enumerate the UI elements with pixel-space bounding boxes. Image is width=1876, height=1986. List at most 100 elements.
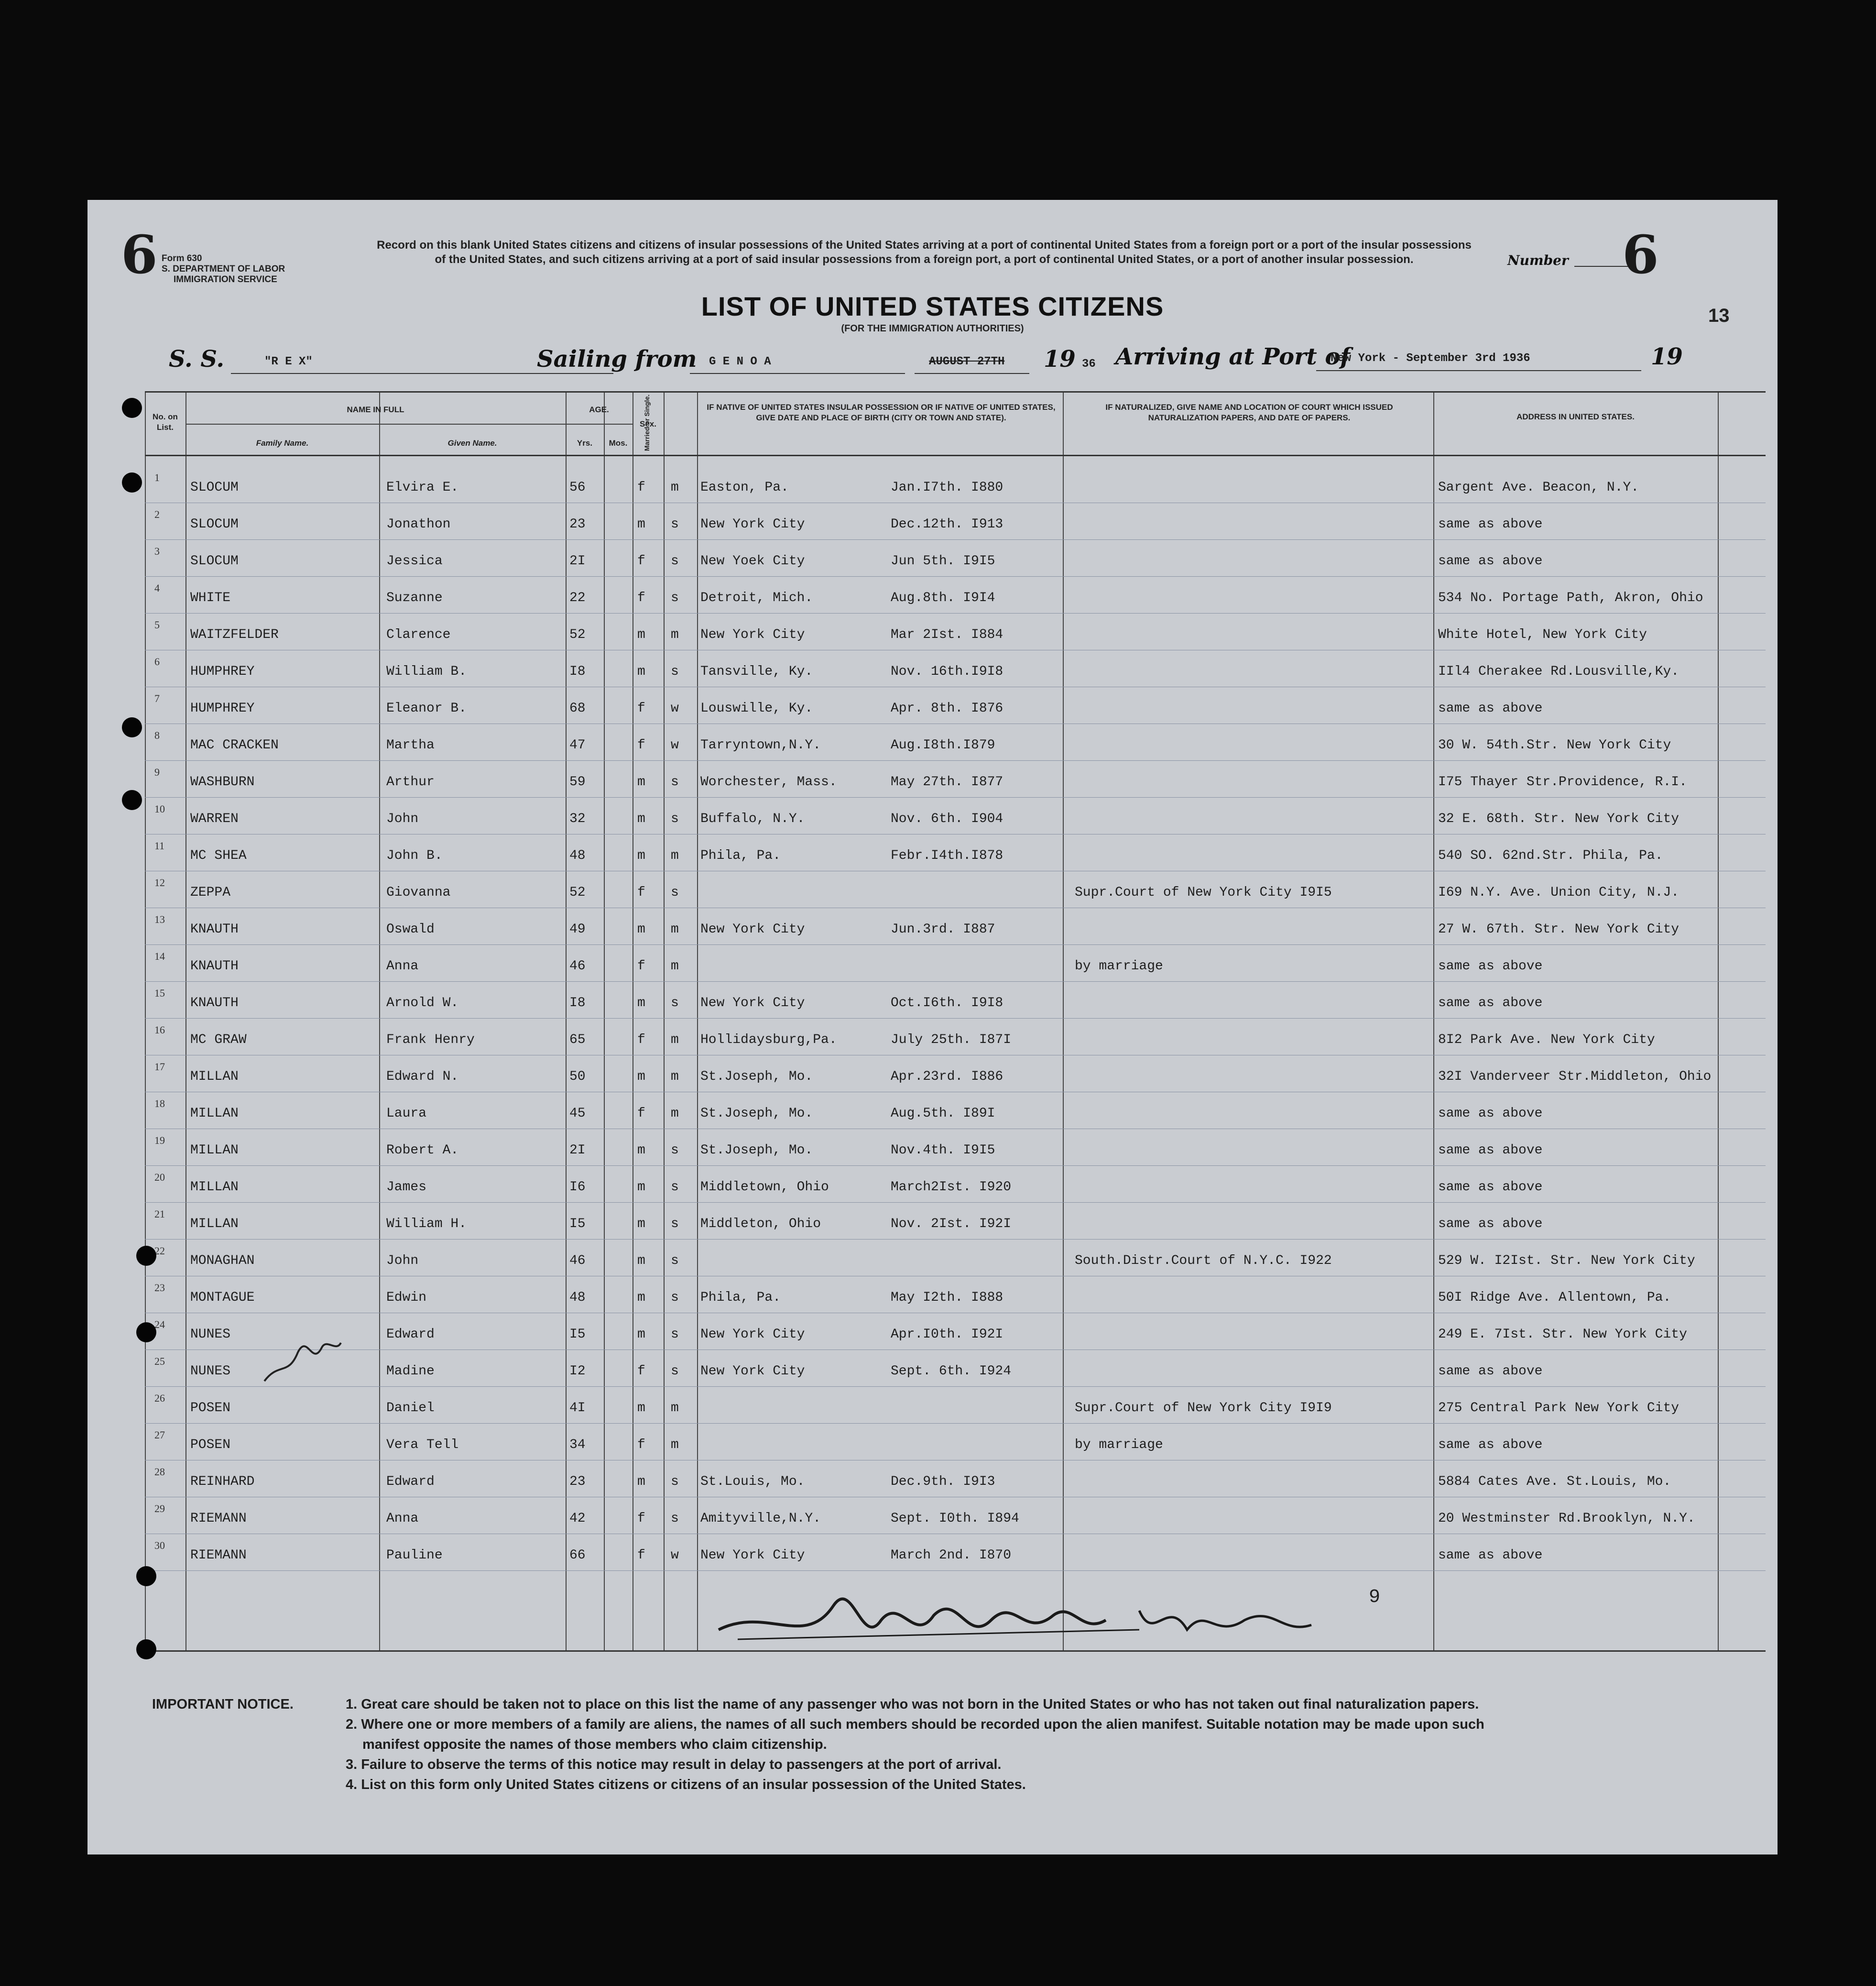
- birth-date-cell: Mar 2Ist. I884: [891, 627, 1003, 642]
- address-cell: 32 E. 68th. Str. New York City: [1438, 812, 1680, 826]
- sex-cell: m: [637, 1069, 645, 1084]
- table-row: 8 MAC CRACKEN Martha 47 f w Tarryntown,N.Y. Aug…: [145, 724, 1766, 761]
- table-row: 15 KNAUTH Arnold W. I8 m s New York City Oct.I6…: [145, 982, 1766, 1019]
- marital-cell: m: [671, 1032, 679, 1047]
- port-from: G E N O A: [709, 355, 771, 368]
- header-given-name: Given Name.: [447, 439, 497, 448]
- birth-place-cell: New York City: [700, 996, 805, 1010]
- year-prefix-2: 19: [1651, 343, 1683, 370]
- family-name-cell: MC GRAW: [190, 1032, 247, 1047]
- form-label: Form 630: [162, 253, 202, 263]
- table-row: 11 MC SHEA John B. 48 m m Phila, Pa. Febr.I4th.…: [145, 835, 1766, 872]
- given-name-cell: Oswald: [386, 922, 435, 937]
- address-cell: IIl4 Cherakee Rd.Lousville,Ky.: [1438, 664, 1680, 679]
- address-cell: same as above: [1438, 1106, 1543, 1121]
- row-number: 30: [154, 1539, 165, 1551]
- family-name-cell: MILLAN: [190, 1180, 239, 1195]
- row-number: 27: [154, 1429, 165, 1441]
- sex-cell: f: [637, 885, 645, 900]
- table-row: 6 HUMPHREY William B. I8 m s Tansville, Ky. Nov…: [145, 651, 1766, 688]
- family-name-cell: NUNES: [190, 1327, 231, 1342]
- family-name-cell: POSEN: [190, 1437, 231, 1452]
- address-cell: 275 Central Park New York City: [1438, 1401, 1680, 1415]
- address-cell: 529 W. I2Ist. Str. New York City: [1438, 1253, 1695, 1268]
- marital-cell: s: [671, 775, 679, 790]
- ship-name: "R E X": [264, 355, 313, 368]
- page-title: LIST OF UNITED STATES CITIZENS: [701, 291, 1164, 321]
- punch-hole: [122, 790, 142, 810]
- sex-cell: f: [637, 1364, 645, 1379]
- address-cell: 30 W. 54th.Str. New York City: [1438, 738, 1671, 753]
- row-number: 23: [154, 1282, 165, 1294]
- address-cell: White Hotel, New York City: [1438, 627, 1647, 642]
- address-cell: 249 E. 7Ist. Str. New York City: [1438, 1327, 1687, 1342]
- age-cell: I5: [569, 1327, 586, 1342]
- marital-cell: s: [671, 1217, 679, 1231]
- sex-cell: m: [637, 1327, 645, 1342]
- form-number-left: 6: [121, 224, 158, 285]
- age-cell: 52: [569, 627, 586, 642]
- row-number: 1: [154, 472, 160, 483]
- birth-place-cell: St.Joseph, Mo.: [700, 1069, 813, 1084]
- birth-place-cell: New York City: [700, 627, 805, 642]
- address-cell: 5884 Cates Ave. St.Louis, Mo.: [1438, 1474, 1671, 1489]
- address-cell: 32I Vanderveer Str.Middleton, Ohio: [1438, 1069, 1712, 1084]
- family-name-cell: HUMPHREY: [190, 701, 255, 716]
- sex-cell: f: [637, 480, 645, 495]
- row-number: 4: [154, 582, 160, 594]
- birth-date-cell: Jun.3rd. I887: [891, 922, 995, 937]
- address-cell: I75 Thayer Str.Providence, R.I.: [1438, 775, 1687, 790]
- notice-label: IMPORTANT NOTICE.: [152, 1697, 294, 1712]
- punch-hole: [136, 1639, 156, 1659]
- family-name-cell: MONAGHAN: [190, 1253, 255, 1268]
- row-number: 28: [154, 1466, 165, 1478]
- age-cell: 23: [569, 1474, 586, 1489]
- given-name-cell: Giovanna: [386, 885, 451, 900]
- birth-place-cell: St.Joseph, Mo.: [700, 1106, 813, 1121]
- table-row: 30 RIEMANN Pauline 66 f w New York City March 2…: [145, 1535, 1766, 1571]
- marital-cell: s: [671, 1474, 679, 1489]
- birth-place-cell: New Yoek City: [700, 554, 805, 569]
- given-name-cell: John: [386, 812, 419, 826]
- given-name-cell: Frank Henry: [386, 1032, 475, 1047]
- age-cell: 49: [569, 922, 586, 937]
- birth-date-cell: Dec.12th. I913: [891, 517, 1003, 532]
- row-number: 12: [154, 877, 165, 889]
- birth-place-cell: Detroit, Mich.: [700, 591, 813, 605]
- service: IMMIGRATION SERVICE: [174, 274, 277, 285]
- birth-date-cell: Apr. 8th. I876: [891, 701, 1003, 716]
- address-cell: same as above: [1438, 1143, 1543, 1158]
- birth-date-cell: Nov. 16th.I9I8: [891, 664, 1003, 679]
- sex-cell: f: [637, 1106, 645, 1121]
- count-note: 9: [1369, 1587, 1381, 1608]
- table-row: 12 ZEPPA Giovanna 52 f s Supr.Court of New Yor…: [145, 872, 1766, 909]
- sex-cell: m: [637, 1143, 645, 1158]
- family-name-cell: MILLAN: [190, 1106, 239, 1121]
- ss-label: S. S.: [169, 346, 225, 373]
- address-cell: same as above: [1438, 701, 1543, 716]
- sex-cell: f: [637, 554, 645, 569]
- row-number: 6: [154, 656, 160, 668]
- sex-cell: m: [637, 775, 645, 790]
- given-name-cell: William B.: [386, 664, 467, 679]
- given-name-cell: Laura: [386, 1106, 427, 1121]
- given-name-cell: Madine: [386, 1364, 435, 1379]
- table-row: 7 HUMPHREY Eleanor B. 68 f w Louswille, Ky. Apr…: [145, 688, 1766, 724]
- notice-item-3: 3. Failure to observe the terms of this …: [346, 1757, 1002, 1772]
- age-cell: 46: [569, 1253, 586, 1268]
- year-suffix: 36: [1082, 358, 1096, 371]
- age-cell: 34: [569, 1437, 586, 1452]
- given-name-cell: Edward N.: [386, 1069, 459, 1084]
- port-from-underline: [690, 373, 905, 374]
- sex-cell: f: [637, 701, 645, 716]
- sex-cell: f: [637, 738, 645, 753]
- table-row: 28 REINHARD Edward 23 m s St.Louis, Mo. Dec.9th…: [145, 1461, 1766, 1498]
- document-sheet: 6 Form 630 S. DEPARTMENT OF LABOR IMMIGR…: [87, 200, 1778, 1854]
- sex-cell: m: [637, 812, 645, 826]
- header-naturalized: IF NATURALIZED, GIVE NAME AND LOCATION O…: [1105, 403, 1393, 422]
- header-address: ADDRESS IN UNITED STATES.: [1516, 412, 1635, 421]
- punch-hole: [136, 1246, 156, 1266]
- table-row: 23 MONTAGUE Edwin 48 m s Phila, Pa. May I2th. I…: [145, 1277, 1766, 1314]
- marital-cell: w: [671, 701, 679, 716]
- age-cell: 2I: [569, 554, 586, 569]
